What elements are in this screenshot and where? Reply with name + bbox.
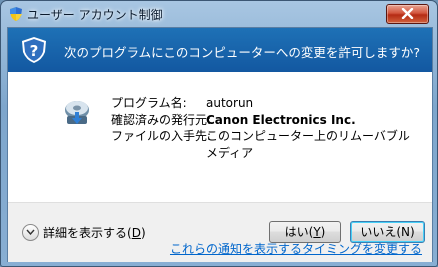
dialog-content: ? 次のプログラムにこのコンピューターへの変更を許可しますか? プログラム名: …	[7, 27, 433, 262]
change-notification-settings-link[interactable]: これらの通知を表示するタイミングを変更する	[170, 240, 422, 257]
program-name-label: プログラム名:	[111, 96, 187, 110]
close-icon	[401, 8, 414, 19]
prompt-question: 次のプログラムにこのコンピューターへの変更を許可しますか?	[64, 45, 421, 60]
question-shield-icon: ?	[20, 36, 48, 64]
chevron-down-icon	[26, 229, 35, 235]
title-bar[interactable]: ユーザー アカウント制御	[1, 1, 437, 27]
window-title: ユーザー アカウント制御	[27, 8, 163, 22]
show-details-label[interactable]: 詳細を表示する(D)	[43, 224, 146, 241]
prompt-banner: ? 次のプログラムにこのコンピューターへの変更を許可しますか?	[8, 28, 432, 72]
publisher-value: Canon Electronics Inc.	[206, 112, 356, 127]
source-value: このコンピューター上のリムーバブル メディア	[206, 129, 410, 160]
program-icon	[61, 96, 93, 128]
source-label: ファイルの入手先:	[111, 129, 212, 143]
program-name-value: autorun	[206, 96, 254, 110]
show-details-toggle[interactable]	[22, 224, 39, 241]
svg-text:?: ?	[30, 42, 39, 60]
uac-dialog-window: ユーザー アカウント制御 ? 次のプログラムにこのコンピューターへの変更を許可し…	[0, 0, 438, 267]
uac-shield-icon	[8, 6, 24, 22]
close-button[interactable]	[386, 4, 429, 24]
publisher-label: 確認済みの発行元:	[111, 112, 212, 127]
